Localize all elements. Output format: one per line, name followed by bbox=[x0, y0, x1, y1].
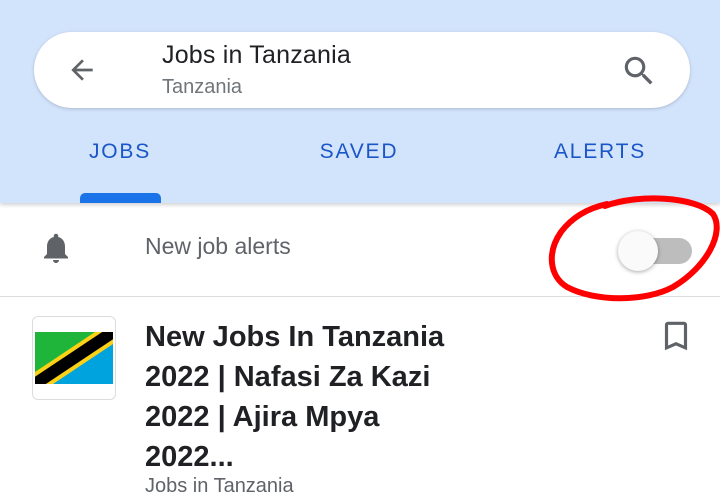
job-list-item[interactable]: New Jobs In Tanzania 2022 | Nafasi Za Ka… bbox=[0, 297, 720, 497]
back-arrow-icon[interactable] bbox=[64, 54, 100, 86]
job-alerts-toggle[interactable] bbox=[618, 231, 694, 275]
toggle-thumb[interactable] bbox=[618, 231, 658, 271]
tab-jobs[interactable]: JOBS bbox=[60, 140, 180, 164]
tab-saved[interactable]: SAVED bbox=[299, 140, 419, 164]
search-location: Tanzania bbox=[162, 76, 243, 98]
job-title[interactable]: New Jobs In Tanzania 2022 | Nafasi Za Ka… bbox=[145, 317, 495, 477]
tab-alerts[interactable]: ALERTS bbox=[520, 140, 680, 164]
bookmark-icon[interactable] bbox=[657, 315, 695, 357]
search-bar[interactable]: Jobs in Tanzania Tanzania bbox=[34, 32, 690, 108]
search-title: Jobs in Tanzania bbox=[162, 41, 351, 69]
active-tab-indicator bbox=[80, 193, 161, 203]
alerts-label: New job alerts bbox=[145, 233, 291, 259]
tanzania-flag-icon bbox=[35, 332, 113, 384]
search-icon[interactable] bbox=[620, 52, 658, 90]
job-logo bbox=[32, 316, 116, 400]
bell-icon bbox=[44, 233, 68, 263]
job-alerts-row: New job alerts bbox=[0, 203, 720, 297]
app-header: Jobs in Tanzania Tanzania JOBS SAVED ALE… bbox=[0, 0, 720, 203]
